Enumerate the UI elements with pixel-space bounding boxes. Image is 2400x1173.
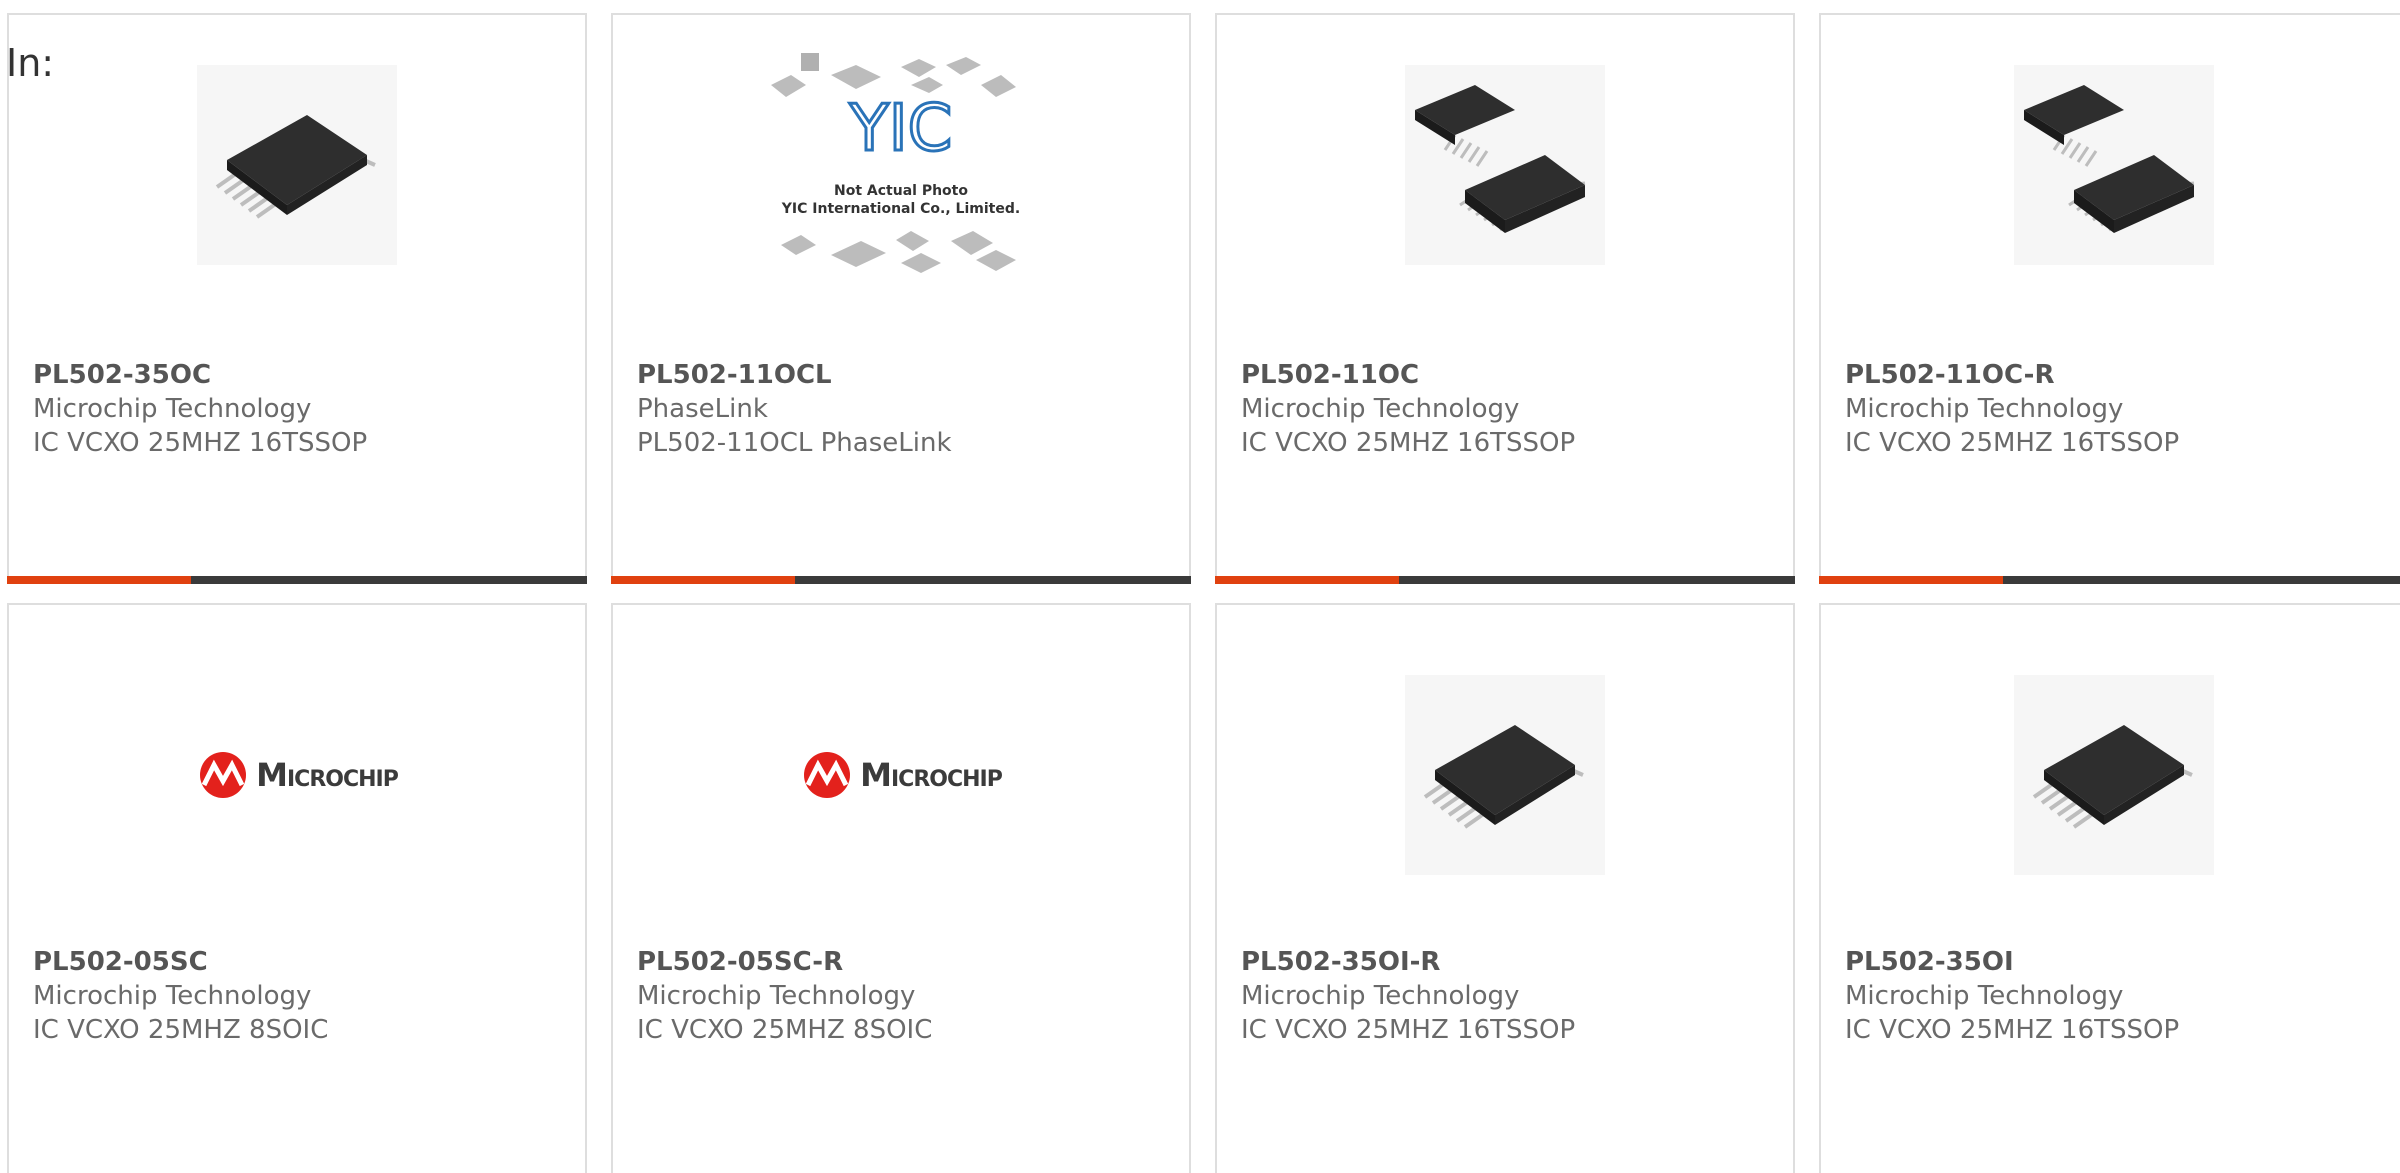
part-number-link[interactable]: PL502-35OI-R xyxy=(1241,945,1575,979)
description: PL502-11OCL PhaseLink xyxy=(637,428,952,458)
description: IC VCXO 25MHZ 16TSSOP xyxy=(1241,1015,1576,1045)
manufacturer: Microchip Technology xyxy=(637,981,916,1011)
manufacturer: Microchip Technology xyxy=(33,394,312,424)
card-accent-bar xyxy=(1215,576,1795,584)
product-info: PL502-11OCL PhaseLink PL502-11OCL PhaseL… xyxy=(637,358,952,460)
product-card[interactable]: PL502-11OC-R Microchip Technology IC VCX… xyxy=(1819,13,2400,584)
part-number-link[interactable]: PL502-35OI xyxy=(1845,945,2179,979)
product-card[interactable]: PL502-35OI Microchip Technology IC VCXO … xyxy=(1819,603,2400,1173)
microchip-logo[interactable]: Microchip xyxy=(613,675,1189,875)
in-label: In: xyxy=(6,41,55,85)
description: IC VCXO 25MHZ 16TSSOP xyxy=(1845,1015,2180,1045)
tssop-chip-image[interactable] xyxy=(1217,675,1793,875)
product-info: PL502-35OC Microchip Technology IC VCXO … xyxy=(33,358,367,460)
placeholder-caption-1: Not Actual Photo xyxy=(834,183,968,199)
product-card[interactable]: PL502-35OI-R Microchip Technology IC VCX… xyxy=(1215,603,1795,1173)
manufacturer: Microchip Technology xyxy=(33,981,312,1011)
part-number-link[interactable]: PL502-35OC xyxy=(33,358,367,392)
card-accent-bar xyxy=(7,576,587,584)
product-info: PL502-35OI Microchip Technology IC VCXO … xyxy=(1845,945,2179,1047)
product-card[interactable]: Microchip PL502-05SC-R Microchip Technol… xyxy=(611,603,1191,1173)
microchip-logo-text: Microchip xyxy=(256,756,399,794)
card-accent-bar xyxy=(1819,576,2400,584)
product-info: PL502-05SC Microchip Technology IC VCXO … xyxy=(33,945,328,1047)
part-number-link[interactable]: PL502-05SC xyxy=(33,945,328,979)
placeholder-image[interactable]: YIC Not Actual Photo YIC International C… xyxy=(613,53,1189,273)
svg-text:YIC: YIC xyxy=(849,92,953,166)
product-info: PL502-05SC-R Microchip Technology IC VCX… xyxy=(637,945,932,1047)
microchip-logo-icon xyxy=(200,752,247,798)
tssop-chip-image[interactable] xyxy=(1821,675,2400,875)
manufacturer: Microchip Technology xyxy=(1845,394,2124,424)
product-grid: PL502-35OC Microchip Technology IC VCXO … xyxy=(0,0,2400,1173)
card-accent-bar xyxy=(611,576,1191,584)
description: IC VCXO 25MHZ 16TSSOP xyxy=(1241,428,1576,458)
description: IC VCXO 25MHZ 8SOIC xyxy=(637,1015,933,1045)
product-info: PL502-11OC Microchip Technology IC VCXO … xyxy=(1241,358,1575,460)
microchip-logo[interactable]: Microchip xyxy=(9,675,585,875)
part-number-link[interactable]: PL502-05SC-R xyxy=(637,945,932,979)
part-number-link[interactable]: PL502-11OC xyxy=(1241,358,1575,392)
product-info: PL502-35OI-R Microchip Technology IC VCX… xyxy=(1241,945,1575,1047)
dual-chip-image[interactable] xyxy=(1821,65,2400,265)
description: IC VCXO 25MHZ 8SOIC xyxy=(33,1015,329,1045)
tssop-chip-image[interactable] xyxy=(9,65,585,265)
product-card[interactable]: YIC Not Actual Photo YIC International C… xyxy=(611,13,1191,584)
manufacturer: Microchip Technology xyxy=(1241,981,1520,1011)
microchip-logo-text: Microchip xyxy=(860,756,1003,794)
manufacturer: Microchip Technology xyxy=(1845,981,2124,1011)
dual-chip-image[interactable] xyxy=(1217,65,1793,265)
manufacturer: Microchip Technology xyxy=(1241,394,1520,424)
manufacturer: PhaseLink xyxy=(637,394,768,424)
product-card[interactable]: PL502-35OC Microchip Technology IC VCXO … xyxy=(7,13,587,584)
placeholder-caption-2: YIC International Co., Limited. xyxy=(781,201,1020,217)
product-card[interactable]: Microchip PL502-05SC Microchip Technolog… xyxy=(7,603,587,1173)
part-number-link[interactable]: PL502-11OCL xyxy=(637,358,952,392)
product-info: PL502-11OC-R Microchip Technology IC VCX… xyxy=(1845,358,2179,460)
product-card[interactable]: PL502-11OC Microchip Technology IC VCXO … xyxy=(1215,13,1795,584)
part-number-link[interactable]: PL502-11OC-R xyxy=(1845,358,2179,392)
microchip-logo-icon xyxy=(804,752,851,798)
description: IC VCXO 25MHZ 16TSSOP xyxy=(1845,428,2180,458)
description: IC VCXO 25MHZ 16TSSOP xyxy=(33,428,368,458)
